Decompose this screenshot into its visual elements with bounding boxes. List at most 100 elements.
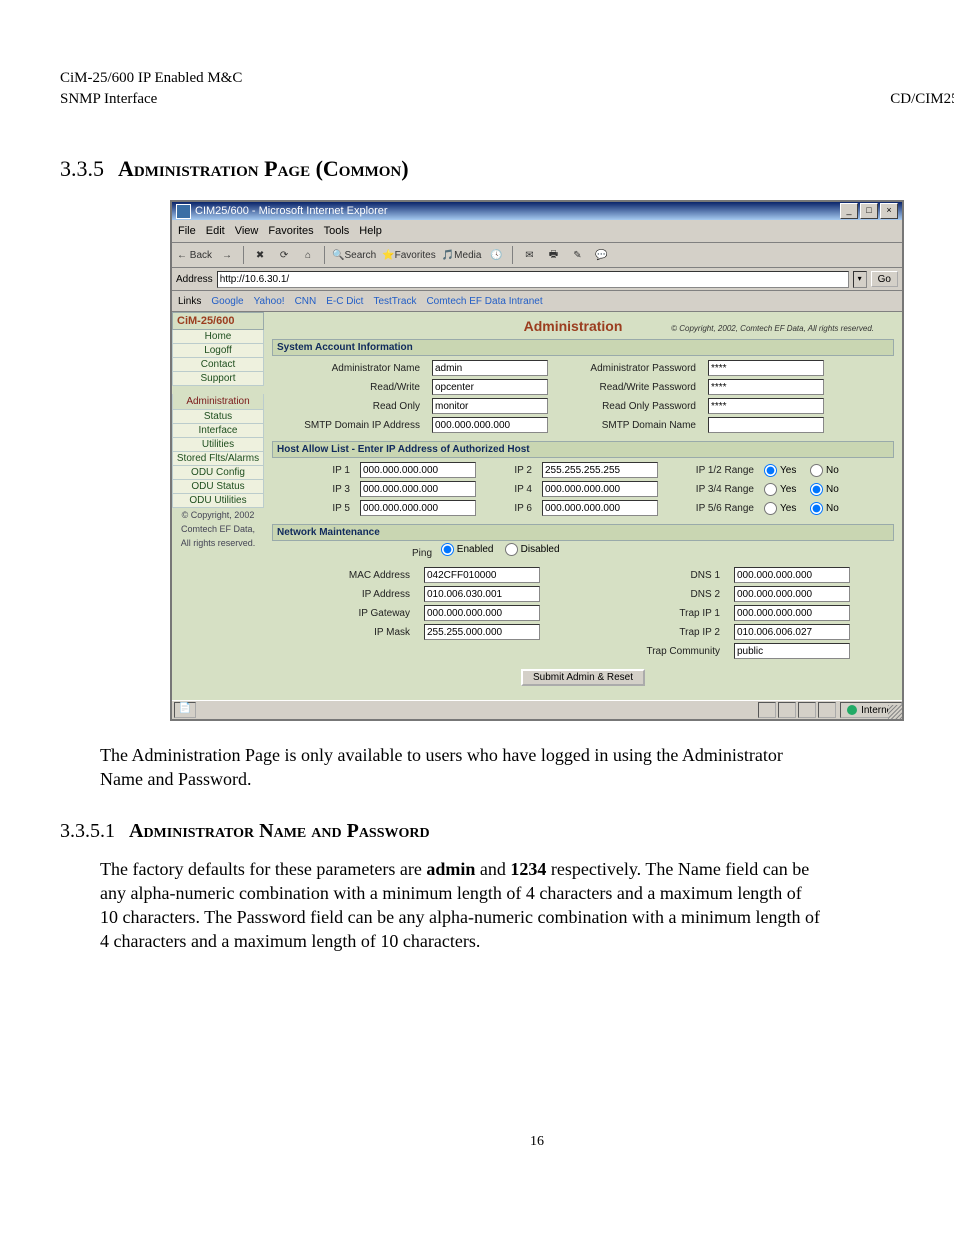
section-hostallow: Host Allow List - Enter IP Address of Au… [272,441,894,520]
sidebar-item-oduutil[interactable]: ODU Utilities [172,494,264,508]
print-button[interactable]: 🖶 [543,245,563,265]
ping-disabled[interactable]: Disabled [505,543,560,556]
refresh-button[interactable]: ⟳ [274,245,294,265]
sidebar-copyright3: All rights reserved. [172,536,264,550]
label-ro: Read Only [274,401,424,412]
ie-menubar: File Edit View Favorites Tools Help [172,220,902,243]
menu-edit[interactable]: Edit [206,225,225,237]
range12-yes[interactable]: Yes [764,464,804,477]
resize-grip-icon[interactable] [888,705,902,719]
ro-pass-input[interactable] [708,398,824,414]
history-button[interactable]: 🕓 [486,245,506,265]
page-number: 16 [60,1134,954,1150]
sidebar-item-home[interactable]: Home [172,330,264,344]
label-mask: IP Mask [274,627,414,638]
address-dropdown[interactable]: ▾ [853,271,867,288]
menu-tools[interactable]: Tools [324,225,350,237]
home-button[interactable]: ⌂ [298,245,318,265]
sidebar-item-oduconfig[interactable]: ODU Config [172,466,264,480]
label-gw: IP Gateway [274,608,414,619]
label-ro-pass: Read Only Password [560,401,700,412]
subsection-number: 3.3.5.1 [60,820,115,842]
back-button[interactable]: ← Back [176,245,213,265]
submit-admin-button[interactable]: Submit Admin & Reset [521,669,645,686]
label-range34: IP 3/4 Range [658,484,758,495]
sidebar-item-interface[interactable]: Interface [172,424,264,438]
stop-button[interactable]: ✖ [250,245,270,265]
admin-pass-input[interactable] [708,360,824,376]
go-button[interactable]: Go [871,271,898,287]
sidebar-title: CiM-25/600 [172,312,264,330]
menu-view[interactable]: View [235,225,259,237]
ip6-input[interactable] [542,500,658,516]
sidebar-item-logoff[interactable]: Logoff [172,344,264,358]
label-admin-name: Administrator Name [274,363,424,374]
range56-no[interactable]: No [810,502,850,515]
address-input[interactable] [217,271,849,288]
ping-enabled[interactable]: Enabled [441,543,494,556]
ie-statusbar: 📄 Internet [172,700,902,719]
favorites-button[interactable]: ⭐Favorites [381,245,437,265]
menu-favorites[interactable]: Favorites [268,225,313,237]
ip1-input[interactable] [360,462,476,478]
trap1-input[interactable] [734,605,850,621]
link-google[interactable]: Google [211,296,243,307]
gw-input[interactable] [424,605,540,621]
sidebar-item-support[interactable]: Support [172,372,264,386]
forward-button[interactable]: → [217,245,237,265]
main-panel: Administration © Copyright, 2002, Comtec… [264,312,902,700]
ip5-input[interactable] [360,500,476,516]
range34-yes[interactable]: Yes [764,483,804,496]
range56-yes[interactable]: Yes [764,502,804,515]
label-admin-pass: Administrator Password [560,363,700,374]
rw-input[interactable] [432,379,548,395]
link-comtech[interactable]: Comtech EF Data Intranet [426,296,542,307]
link-ecdict[interactable]: E-C Dict [326,296,363,307]
link-cnn[interactable]: CNN [295,296,317,307]
label-rw-pass: Read/Write Password [560,382,700,393]
maximize-button[interactable]: □ [860,203,878,219]
label-ping: Ping [412,548,438,559]
edit-button[interactable]: ✎ [567,245,587,265]
link-testtrack[interactable]: TestTrack [373,296,416,307]
trap2-input[interactable] [734,624,850,640]
section-netmaint-header: Network Maintenance [272,524,894,541]
media-button[interactable]: 🎵Media [441,245,483,265]
label-range56: IP 5/6 Range [658,503,758,514]
dns1-input[interactable] [734,567,850,583]
paragraph-1: The Administration Page is only availabl… [100,743,820,792]
paragraph-2: The factory defaults for these parameter… [100,857,820,954]
ro-input[interactable] [432,398,548,414]
ie-linksbar: Links Google Yahoo! CNN E-C Dict TestTra… [172,291,902,312]
page-copyright: © Copyright, 2002, Comtech EF Data, All … [622,324,894,333]
ip4-input[interactable] [542,481,658,497]
search-button[interactable]: 🔍Search [331,245,377,265]
sidebar-item-storedflts[interactable]: Stored Flts/Alarms [172,452,264,466]
menu-file[interactable]: File [178,225,196,237]
sidebar-item-contact[interactable]: Contact [172,358,264,372]
mac-input[interactable] [424,567,540,583]
ip2-input[interactable] [542,462,658,478]
smtp-domain-input[interactable] [708,417,824,433]
sidebar-item-utilities[interactable]: Utilities [172,438,264,452]
minimize-button[interactable]: _ [840,203,858,219]
sidebar-item-odustatus[interactable]: ODU Status [172,480,264,494]
hdr-right2: CD/CIM25600.IOM [890,91,954,108]
sidebar-item-status[interactable]: Status [172,410,264,424]
ip-input[interactable] [424,586,540,602]
smtp-ip-input[interactable] [432,417,548,433]
mask-input[interactable] [424,624,540,640]
dns2-input[interactable] [734,586,850,602]
link-yahoo[interactable]: Yahoo! [254,296,285,307]
menu-help[interactable]: Help [359,225,382,237]
range34-no[interactable]: No [810,483,850,496]
close-button[interactable]: × [880,203,898,219]
ip3-input[interactable] [360,481,476,497]
mail-button[interactable]: ✉ [519,245,539,265]
rw-pass-input[interactable] [708,379,824,395]
trapcomm-input[interactable] [734,643,850,659]
discuss-button[interactable]: 💬 [591,245,611,265]
range12-no[interactable]: No [810,464,850,477]
page-title: Administration [524,318,623,334]
admin-name-input[interactable] [432,360,548,376]
